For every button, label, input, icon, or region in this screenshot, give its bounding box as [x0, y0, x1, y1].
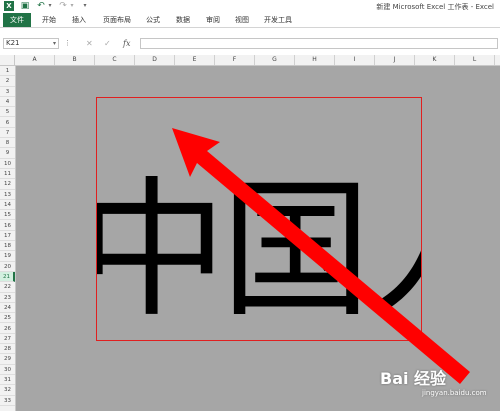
enter-icon[interactable]: ✓: [104, 39, 111, 48]
column-header[interactable]: L: [455, 55, 495, 65]
formula-input[interactable]: [140, 38, 498, 49]
inserted-picture[interactable]: 中国人: [96, 97, 422, 341]
row-header[interactable]: 4: [0, 97, 15, 108]
name-box-value: K21: [6, 39, 20, 47]
formula-bar-grip-icon[interactable]: ⋮: [64, 39, 71, 47]
row-header[interactable]: 21: [0, 272, 15, 283]
row-header[interactable]: 28: [0, 344, 15, 355]
row-header[interactable]: 30: [0, 365, 15, 375]
row-header[interactable]: 9: [0, 148, 15, 159]
chevron-down-icon[interactable]: ▾: [53, 39, 56, 48]
row-header[interactable]: 3: [0, 87, 15, 97]
row-header[interactable]: 29: [0, 354, 15, 365]
column-header[interactable]: D: [135, 55, 175, 65]
row-header[interactable]: 22: [0, 282, 15, 293]
row-header[interactable]: 1: [0, 66, 15, 77]
row-header[interactable]: 27: [0, 334, 15, 345]
column-header[interactable]: K: [415, 55, 455, 65]
watermark-url: jingyan.baidu.com: [422, 389, 487, 397]
row-header[interactable]: 15: [0, 210, 15, 221]
column-header[interactable]: I: [335, 55, 375, 65]
row-header[interactable]: 12: [0, 179, 15, 190]
baidu-watermark: Bai 经验 jingyan.baidu.com: [378, 363, 498, 407]
row-header[interactable]: 20: [0, 262, 15, 272]
excel-logo-icon: X: [4, 1, 14, 11]
row-header[interactable]: 24: [0, 303, 15, 314]
column-header[interactable]: C: [95, 55, 135, 65]
column-header[interactable]: H: [295, 55, 335, 65]
window-title: 新建 Microsoft Excel 工作表 - Excel: [376, 3, 494, 11]
redo-dropdown-icon[interactable]: ▾: [67, 1, 77, 11]
row-header[interactable]: 16: [0, 221, 15, 231]
ribbon-tabs: 文件 开始 插入 页面布局 公式 数据 审阅 视图 开发工具: [0, 13, 500, 28]
row-header[interactable]: 23: [0, 293, 15, 303]
column-headers: ABCDEFGHIJKL: [0, 55, 500, 66]
tab-developer[interactable]: 开发工具: [264, 13, 292, 27]
row-header[interactable]: 8: [0, 138, 15, 149]
row-header[interactable]: 11: [0, 169, 15, 180]
formula-bar: K21 ▾ ⋮ ✕ ✓ fx: [0, 36, 500, 52]
row-header[interactable]: 14: [0, 200, 15, 211]
row-header[interactable]: 17: [0, 231, 15, 242]
insert-function-icon[interactable]: fx: [123, 39, 130, 48]
column-header[interactable]: F: [215, 55, 255, 65]
name-box[interactable]: K21 ▾: [3, 38, 59, 49]
tab-file[interactable]: 文件: [3, 13, 31, 27]
undo-dropdown-icon[interactable]: ▾: [45, 1, 55, 11]
watermark-logo: Bai 经验: [380, 369, 447, 388]
row-headers: 1 2 3 4 5 6 7 8 9 10 11 12 13 14 15 16 17 18 19 20 21 22 23 24 2…: [0, 66, 16, 411]
tab-home[interactable]: 开始: [42, 13, 56, 27]
column-header[interactable]: E: [175, 55, 215, 65]
row-header[interactable]: 6: [0, 118, 15, 128]
row-header[interactable]: 26: [0, 324, 15, 334]
row-header[interactable]: 7: [0, 128, 15, 139]
tab-view[interactable]: 视图: [235, 13, 249, 27]
title-bar: X ▣ ↶ ▾ ↷ ▾ ▾ 新建 Microsoft Excel 工作表 - E…: [0, 0, 500, 12]
column-header[interactable]: J: [375, 55, 415, 65]
row-header[interactable]: 32: [0, 385, 15, 396]
column-header[interactable]: B: [55, 55, 95, 65]
save-icon[interactable]: ▣: [20, 1, 30, 11]
column-header[interactable]: G: [255, 55, 295, 65]
tab-page-layout[interactable]: 页面布局: [103, 13, 131, 27]
tab-review[interactable]: 审阅: [206, 13, 220, 27]
column-header[interactable]: A: [15, 55, 55, 65]
row-header[interactable]: 10: [0, 159, 15, 169]
row-header[interactable]: 19: [0, 251, 15, 262]
row-header[interactable]: 31: [0, 375, 15, 386]
picture-text: 中国人: [97, 164, 421, 338]
row-header[interactable]: 13: [0, 190, 15, 200]
tab-data[interactable]: 数据: [176, 13, 190, 27]
customize-toolbar-icon[interactable]: ▾: [80, 1, 90, 11]
cancel-icon[interactable]: ✕: [86, 39, 93, 48]
tab-formulas[interactable]: 公式: [146, 13, 160, 27]
row-header[interactable]: 33: [0, 396, 15, 406]
row-header[interactable]: 18: [0, 241, 15, 252]
row-header[interactable]: 25: [0, 313, 15, 324]
row-header[interactable]: 2: [0, 76, 15, 87]
row-header[interactable]: 5: [0, 107, 15, 118]
select-all-corner[interactable]: [0, 55, 15, 65]
tab-insert[interactable]: 插入: [72, 13, 86, 27]
